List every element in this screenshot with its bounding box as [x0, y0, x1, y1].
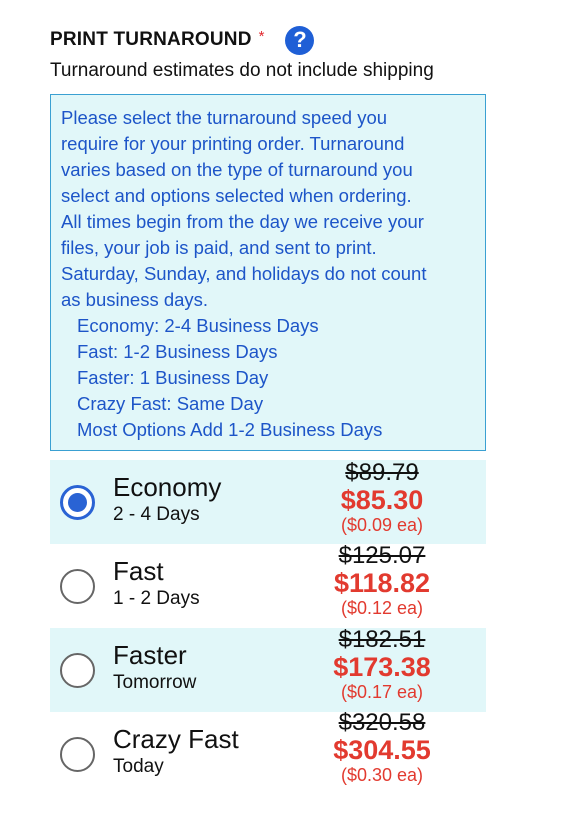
unit-price: ($0.17 ea)	[340, 682, 424, 702]
option-name: Fast	[113, 556, 164, 586]
section-title: PRINT TURNAROUND	[50, 29, 252, 50]
section-subtitle: Turnaround estimates do not include ship…	[50, 60, 434, 81]
radio-economy[interactable]	[60, 485, 95, 520]
info-line: All times begin from the day we receive …	[61, 211, 424, 232]
info-line: as business days.	[61, 289, 209, 310]
list-item: Fast: 1-2 Business Days	[77, 341, 278, 362]
unit-price: ($0.12 ea)	[340, 598, 424, 618]
radio-crazy-fast[interactable]	[60, 737, 95, 772]
option-crazy-fast[interactable]: Crazy Fast Today $320.58 $304.55 ($0.30 …	[50, 710, 486, 796]
option-name: Economy	[113, 472, 222, 502]
turnaround-info-box: Please select the turnaround speed you r…	[50, 94, 486, 451]
original-price: $125.07	[338, 542, 426, 569]
info-line: select and options selected when orderin…	[61, 185, 412, 206]
radio-fast[interactable]	[60, 569, 95, 604]
info-line: require for your printing order. Turnaro…	[61, 133, 405, 154]
option-days: Today	[113, 756, 164, 777]
radio-faster[interactable]	[60, 653, 95, 688]
list-item: Faster: 1 Business Day	[77, 367, 269, 388]
original-price: $320.58	[338, 709, 426, 736]
info-line: Saturday, Sunday, and holidays do not co…	[61, 263, 427, 284]
section-header: PRINT TURNAROUND * ?	[50, 24, 315, 56]
info-line: Please select the turnaround speed you	[61, 107, 388, 128]
option-days: Tomorrow	[113, 672, 197, 693]
option-days: 1 - 2 Days	[113, 588, 200, 609]
option-price: $89.79 $85.30 ($0.09 ea)	[326, 460, 438, 536]
required-asterisk: *	[258, 27, 265, 45]
option-economy[interactable]: Economy 2 - 4 Days $89.79 $85.30 ($0.09 …	[50, 460, 486, 544]
list-item: Most Options Add 1-2 Business Days	[77, 419, 383, 440]
option-days: 2 - 4 Days	[113, 504, 200, 525]
sale-price: $304.55	[333, 735, 431, 765]
sale-price: $118.82	[333, 568, 431, 598]
unit-price: ($0.30 ea)	[340, 765, 424, 785]
original-price: $182.51	[338, 626, 426, 653]
option-fast[interactable]: Fast 1 - 2 Days $125.07 $118.82 ($0.12 e…	[50, 543, 486, 628]
info-line: files, your job is paid, and sent to pri…	[61, 237, 377, 258]
original-price: $89.79	[345, 459, 419, 486]
radio-selected-dot	[68, 493, 87, 512]
unit-price: ($0.09 ea)	[340, 515, 424, 535]
sale-price: $173.38	[333, 652, 431, 682]
option-name: Faster	[113, 640, 187, 670]
sale-price: $85.30	[340, 485, 424, 515]
list-item: Economy: 2-4 Business Days	[77, 315, 319, 336]
option-faster[interactable]: Faster Tomorrow $182.51 $173.38 ($0.17 e…	[50, 627, 486, 712]
turnaround-speed-list: Economy: 2-4 Business Days Fast: 1-2 Bus…	[61, 313, 475, 443]
help-icon[interactable]: ?	[285, 25, 315, 55]
info-line: varies based on the type of turnaround y…	[61, 159, 413, 180]
option-price: $182.51 $173.38 ($0.17 ea)	[326, 627, 438, 703]
list-item: Crazy Fast: Same Day	[77, 393, 264, 414]
option-name: Crazy Fast	[113, 724, 239, 754]
option-price: $320.58 $304.55 ($0.30 ea)	[326, 710, 438, 786]
option-price: $125.07 $118.82 ($0.12 ea)	[326, 543, 438, 619]
